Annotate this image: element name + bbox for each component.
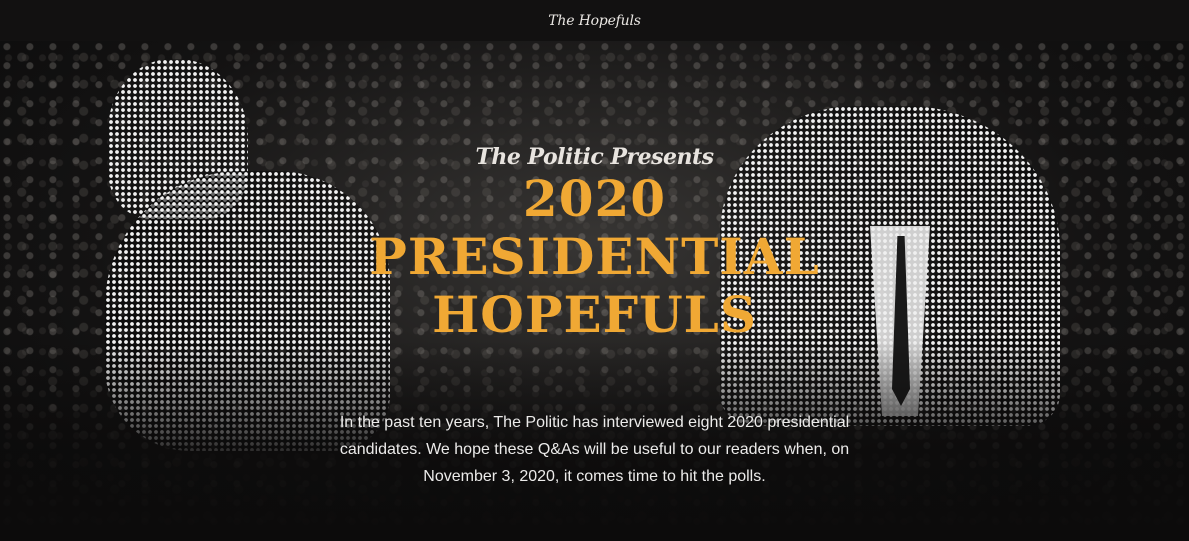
intro-line: November 3, 2020, it comes time to hit t…: [423, 468, 766, 485]
intro-line: candidates. We hope these Q&As will be u…: [339, 441, 850, 458]
intro-paragraph: In the past ten years, The Politic has i…: [0, 409, 1189, 490]
title-line-hopefuls: HOPEFULS: [432, 285, 757, 344]
title-line-year: 2020: [522, 169, 667, 228]
hero-banner: The Politic Presents 2020 PRESIDENTIAL H…: [0, 41, 1189, 541]
site-title-link[interactable]: The Hopefuls: [548, 13, 641, 29]
hero-headline: The Politic Presents 2020 PRESIDENTIAL H…: [0, 144, 1189, 344]
title-line-presidential: PRESIDENTIAL: [369, 227, 820, 286]
top-nav-bar: The Hopefuls: [0, 0, 1189, 41]
intro-line: In the past ten years, The Politic has i…: [339, 414, 850, 431]
presents-subtitle: The Politic Presents: [475, 144, 715, 170]
